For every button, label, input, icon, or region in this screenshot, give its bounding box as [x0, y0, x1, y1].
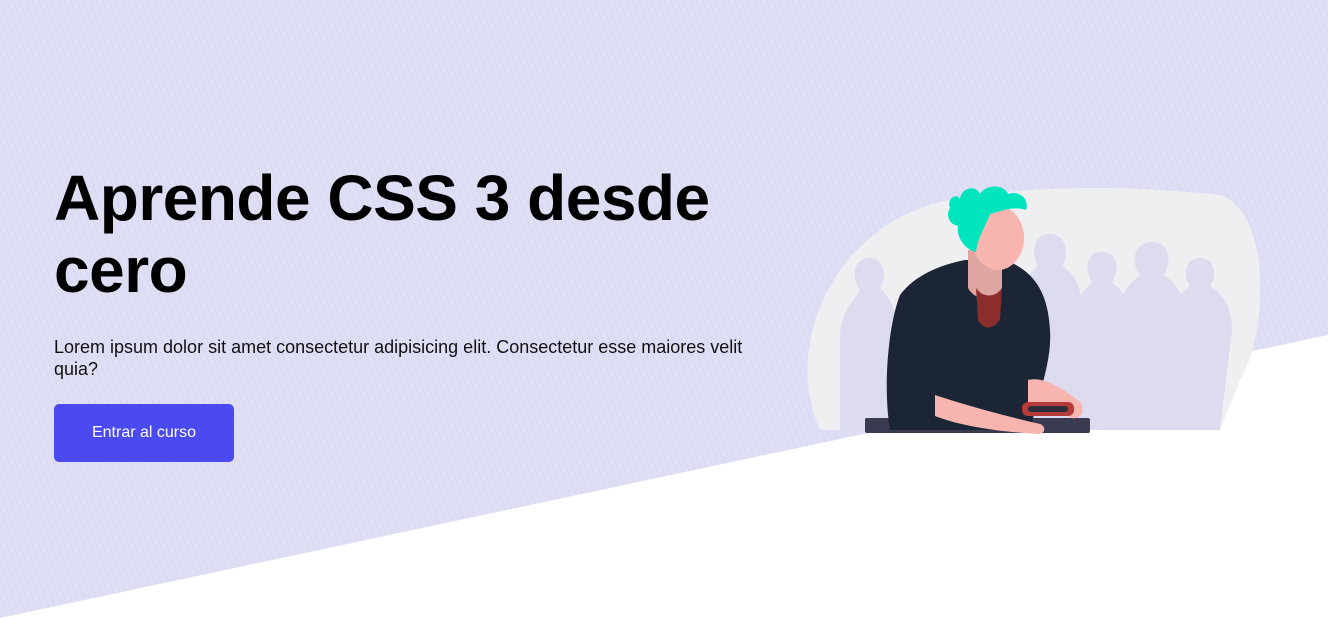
- hero-title: Aprende CSS 3 desde cero: [54, 162, 710, 306]
- hero-text-block: Aprende CSS 3 desde cero Lorem ipsum dol…: [54, 162, 754, 462]
- hero-description: Lorem ipsum dolor sit amet consectetur a…: [54, 337, 743, 379]
- hero-section: Aprende CSS 3 desde cero Lorem ipsum dol…: [0, 0, 1328, 618]
- gamer-illustration: [807, 186, 1260, 434]
- enter-course-button[interactable]: Entrar al curso: [54, 404, 234, 462]
